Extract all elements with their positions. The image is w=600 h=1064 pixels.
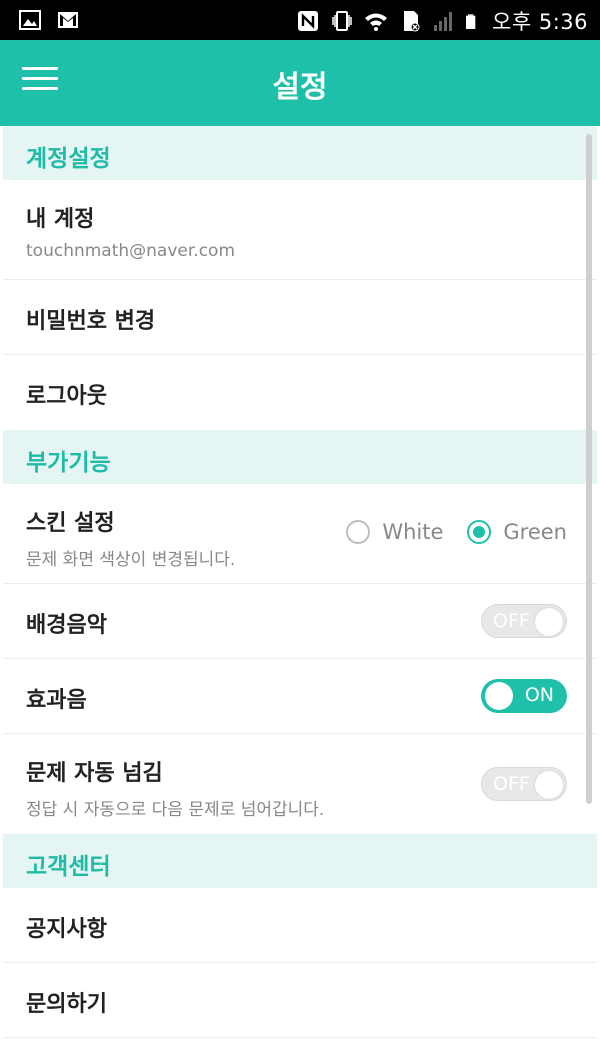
notice-item[interactable]: 공지사항 [3, 888, 597, 963]
signal-icon [434, 12, 453, 31]
radio-green-label[interactable]: Green [503, 520, 567, 544]
gmail-icon [58, 12, 78, 28]
skin-setting-desc: 문제 화면 색상이 변경됩니다. [26, 550, 236, 570]
my-account-item[interactable]: 내 계정 touchnmath@naver.com [3, 180, 597, 280]
settings-list: 계정설정 내 계정 touchnmath@naver.com 비밀번호 변경 로… [3, 126, 597, 1038]
bgm-toggle[interactable]: OFF [481, 604, 567, 638]
sfx-toggle[interactable]: ON [481, 679, 567, 713]
section-header-extras: 부가기능 [3, 430, 597, 484]
sfx-item: 효과음 ON [3, 659, 597, 734]
wifi-icon [365, 13, 388, 31]
logout-item[interactable]: 로그아웃 [3, 355, 597, 430]
my-account-email: touchnmath@naver.com [26, 241, 236, 261]
section-header-account: 계정설정 [3, 126, 597, 180]
auto-next-toggle-label: OFF [493, 773, 530, 795]
auto-next-toggle[interactable]: OFF [481, 767, 567, 801]
sfx-toggle-label: ON [524, 684, 554, 706]
notice-label: 공지사항 [26, 917, 107, 942]
section-header-support: 고객센터 [3, 834, 597, 888]
inquiry-label: 문의하기 [26, 992, 107, 1017]
vibrate-icon [332, 11, 352, 31]
gallery-icon [19, 10, 41, 30]
scrollbar[interactable] [586, 134, 592, 804]
toggle-knob [535, 771, 563, 799]
inquiry-item[interactable]: 문의하기 [3, 963, 597, 1038]
page-title: 설정 [272, 70, 328, 105]
auto-next-item: 문제 자동 넘김 정답 시 자동으로 다음 문제로 넘어갑니다. OFF [3, 734, 597, 834]
radio-white-label[interactable]: White [382, 520, 443, 544]
bgm-toggle-label: OFF [493, 610, 530, 632]
my-account-title: 내 계정 [26, 207, 95, 232]
change-password-label: 비밀번호 변경 [26, 309, 156, 334]
radio-green[interactable] [467, 520, 492, 544]
bgm-item: 배경음악 OFF [3, 584, 597, 659]
nfc-icon [298, 11, 319, 31]
sd-card-icon [404, 11, 420, 32]
app-bar: 설정 [0, 40, 600, 126]
logout-label: 로그아웃 [26, 384, 107, 409]
radio-white[interactable] [346, 520, 371, 544]
battery-icon [466, 14, 476, 29]
skin-radio-group: White Green [346, 520, 567, 544]
toggle-knob [485, 682, 513, 710]
toggle-knob [535, 608, 563, 636]
skin-setting-item: 스킨 설정 문제 화면 색상이 변경됩니다. White Green [3, 484, 597, 584]
status-bar: 오후 5:36 [0, 0, 600, 40]
change-password-item[interactable]: 비밀번호 변경 [3, 280, 597, 355]
status-time: 오후 5:36 [492, 10, 588, 34]
